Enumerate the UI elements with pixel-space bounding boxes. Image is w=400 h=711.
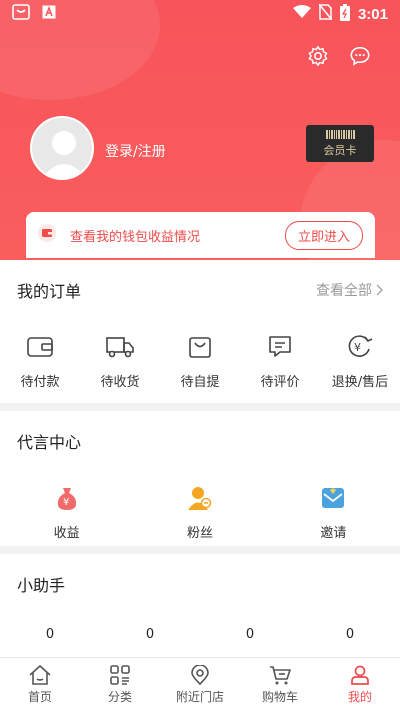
- fans-button[interactable]: 粉丝: [133, 484, 266, 541]
- earnings-button[interactable]: ¥ 收益: [0, 484, 133, 541]
- status-time: 3:01: [357, 5, 388, 23]
- tab-home[interactable]: 首页: [0, 658, 80, 711]
- login-register-link[interactable]: 登录/注册: [105, 141, 166, 161]
- agent-center-section: 代言中心 ¥ 收益 粉丝 邀请: [0, 411, 400, 546]
- orders-section: 我的订单 查看全部 待付款 待收货 待自提 待评价 ¥ 退换/售后: [0, 260, 400, 403]
- svg-text:¥: ¥: [354, 341, 361, 354]
- order-status-pending-receipt[interactable]: 待收货: [80, 333, 160, 390]
- wallet-icon: [38, 224, 56, 246]
- order-status-label: 待自提: [180, 375, 220, 390]
- wallet-icon: [26, 333, 54, 361]
- font-notification-icon: [42, 5, 56, 23]
- order-status-pending-review[interactable]: 待评价: [240, 333, 320, 390]
- assistant-count[interactable]: 0: [0, 627, 100, 642]
- tab-nearby-stores[interactable]: 附近门店: [160, 658, 240, 711]
- status-bar: 3:01: [0, 0, 400, 28]
- invite-button[interactable]: 邀请: [267, 484, 400, 541]
- enter-wallet-button[interactable]: 立即进入: [284, 220, 363, 250]
- orders-title: 我的订单: [17, 282, 82, 301]
- tab-label: 附近门店: [175, 689, 224, 704]
- order-status-label: 待收货: [100, 375, 140, 390]
- home-icon: [29, 664, 51, 685]
- assistant-count[interactable]: 0: [200, 627, 300, 642]
- location-icon: [191, 664, 209, 685]
- invite-label: 邀请: [320, 526, 347, 541]
- tab-label: 首页: [27, 689, 52, 704]
- profile-header: 3:01 登录/注册 会员卡 查看我的钱包收益情况 立即进入: [0, 0, 400, 260]
- fans-icon: [186, 484, 214, 512]
- order-status-pending-payment[interactable]: 待付款: [0, 333, 80, 390]
- wallet-banner-text: 查看我的钱包收益情况: [70, 229, 201, 245]
- member-card-label: 会员卡: [323, 143, 357, 157]
- category-icon: [110, 664, 130, 685]
- order-status-label: 待评价: [260, 375, 300, 390]
- order-status-refund[interactable]: ¥ 退换/售后: [320, 333, 400, 390]
- app-notification-icon: [12, 4, 30, 24]
- tab-label: 购物车: [261, 689, 298, 704]
- bottom-tab-bar: 首页 分类 附近门店 购物车 我的: [0, 657, 400, 711]
- agent-center-title: 代言中心: [17, 433, 82, 452]
- view-all-orders-link[interactable]: 查看全部: [316, 280, 384, 300]
- wallet-banner[interactable]: 查看我的钱包收益情况 立即进入: [26, 212, 375, 258]
- bag-icon: [186, 333, 214, 361]
- fans-label: 粉丝: [186, 526, 213, 541]
- battery-icon: [339, 3, 350, 25]
- member-card-button[interactable]: 会员卡: [306, 125, 374, 162]
- assistant-count[interactable]: 0: [100, 627, 200, 642]
- chevron-right-icon: [376, 284, 384, 296]
- tab-label: 我的: [347, 689, 372, 704]
- settings-icon[interactable]: [306, 44, 330, 68]
- money-bag-icon: ¥: [53, 484, 81, 512]
- comment-icon: [266, 333, 294, 361]
- assistant-count[interactable]: 0: [300, 627, 400, 642]
- tab-cart[interactable]: 购物车: [240, 658, 320, 711]
- wifi-icon: [292, 5, 311, 23]
- no-sim-icon: [318, 3, 333, 24]
- svg-text:¥: ¥: [63, 497, 69, 508]
- refund-icon: ¥: [346, 333, 374, 361]
- tab-profile[interactable]: 我的: [320, 658, 400, 711]
- order-status-pending-pickup[interactable]: 待自提: [160, 333, 240, 390]
- avatar[interactable]: [30, 116, 94, 180]
- assistant-title: 小助手: [17, 576, 66, 595]
- assistant-section: 小助手 0 0 0 0: [0, 554, 400, 657]
- barcode-icon: [325, 129, 355, 139]
- earnings-label: 收益: [53, 526, 80, 541]
- order-status-label: 退换/售后: [331, 375, 389, 390]
- message-icon[interactable]: [348, 44, 372, 68]
- truck-icon: [106, 333, 134, 361]
- invite-icon: [319, 484, 347, 512]
- profile-icon: [351, 665, 369, 685]
- view-all-label: 查看全部: [316, 283, 372, 299]
- cart-icon: [270, 665, 291, 684]
- order-status-label: 待付款: [20, 375, 60, 390]
- tab-label: 分类: [107, 689, 132, 704]
- tab-category[interactable]: 分类: [80, 658, 160, 711]
